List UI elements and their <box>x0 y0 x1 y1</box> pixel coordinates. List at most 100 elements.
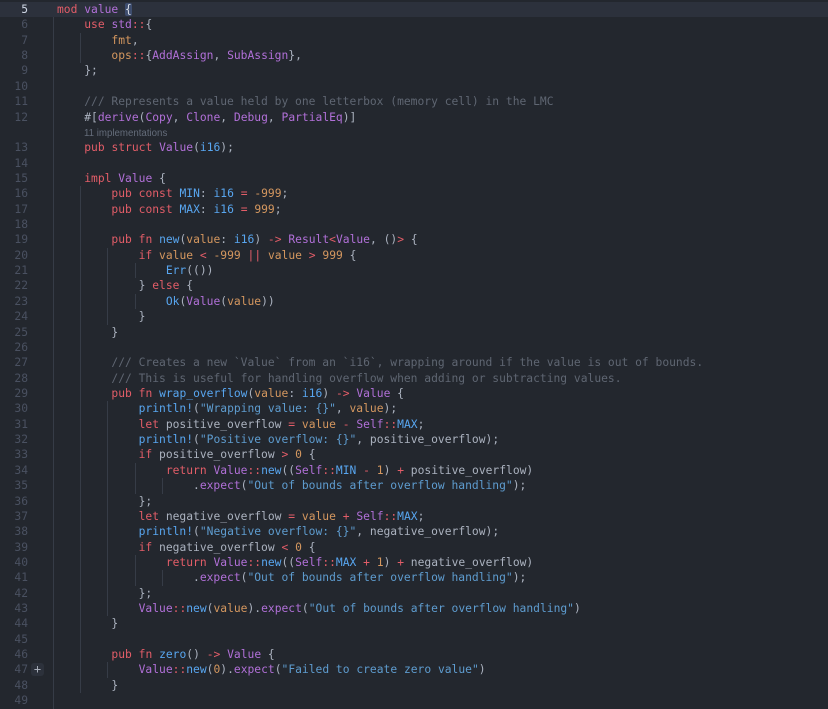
line-number[interactable]: 14 <box>0 156 28 171</box>
code-line-content[interactable] <box>57 693 828 708</box>
line-number[interactable]: 17 <box>0 202 28 217</box>
indent-guide <box>80 33 81 48</box>
code-line-content[interactable] <box>57 79 828 94</box>
code-line-content[interactable]: } <box>57 616 828 631</box>
code-line-content[interactable]: }; <box>57 63 828 78</box>
code-line-content[interactable]: }; <box>57 494 828 509</box>
line-number[interactable]: 20 <box>0 248 28 263</box>
code-token: println! <box>139 433 193 446</box>
line-number[interactable]: 40 <box>0 555 28 570</box>
line-number[interactable]: 47 <box>0 662 28 677</box>
code-line-content[interactable]: /// Creates a new `Value` from an `i16`,… <box>57 355 828 370</box>
code-line-content[interactable]: println!("Negative overflow: {}", negati… <box>57 524 828 539</box>
code-line-content[interactable] <box>57 340 828 355</box>
line-number[interactable]: 18 <box>0 217 28 232</box>
line-number[interactable]: 35 <box>0 478 28 493</box>
code-line-content[interactable]: pub const MIN: i16 = -999; <box>57 186 828 201</box>
line-number[interactable]: 16 <box>0 186 28 201</box>
code-token: ); <box>384 402 398 415</box>
line-number[interactable]: 45 <box>0 632 28 647</box>
code-line-content[interactable]: } <box>57 309 828 324</box>
line-number[interactable]: 24 <box>0 309 28 324</box>
code-line-content[interactable]: use std::{ <box>57 17 828 32</box>
code-line-content[interactable]: impl Value { <box>57 171 828 186</box>
code-line-content[interactable] <box>57 156 828 171</box>
line-number[interactable]: 13 <box>0 140 28 155</box>
code-line-content[interactable] <box>57 217 828 232</box>
code-line-content[interactable]: return Value::new((Self::MIN - 1) + posi… <box>57 463 828 478</box>
line-number[interactable]: 10 <box>0 79 28 94</box>
line-number[interactable]: 28 <box>0 371 28 386</box>
code-token <box>336 418 343 431</box>
line-number[interactable]: 19 <box>0 232 28 247</box>
code-line-content[interactable]: } <box>57 325 828 340</box>
code-line-content[interactable]: println!("Positive overflow: {}", positi… <box>57 432 828 447</box>
line-number[interactable]: 33 <box>0 447 28 462</box>
line-number[interactable]: 6 <box>0 17 28 32</box>
code-line-content[interactable]: if negative_overflow < 0 { <box>57 540 828 555</box>
code-token: value <box>268 249 302 262</box>
line-number[interactable]: 44 <box>0 616 28 631</box>
code-line-content[interactable]: mod value { <box>57 2 828 17</box>
line-number[interactable]: 8 <box>0 48 28 63</box>
code-line-content[interactable]: let positive_overflow = value - Self::MA… <box>57 417 828 432</box>
line-number[interactable]: 21 <box>0 263 28 278</box>
code-line-content[interactable]: pub fn zero() -> Value { <box>57 647 828 662</box>
line-number[interactable]: 43 <box>0 601 28 616</box>
line-number[interactable]: 29 <box>0 386 28 401</box>
line-number[interactable]: 27 <box>0 355 28 370</box>
line-number[interactable]: 32 <box>0 432 28 447</box>
code-line-content[interactable]: Ok(Value(value)) <box>57 294 828 309</box>
line-number[interactable]: 12 <box>0 110 28 125</box>
code-line-content[interactable]: pub struct Value(i16); <box>57 140 828 155</box>
code-line-content[interactable] <box>57 632 828 647</box>
code-line-content[interactable]: return Value::new((Self::MAX + 1) + nega… <box>57 555 828 570</box>
code-line-content[interactable]: .expect("Out of bounds after overflow ha… <box>57 570 828 585</box>
line-number[interactable]: 25 <box>0 325 28 340</box>
code-line-content[interactable]: } else { <box>57 278 828 293</box>
code-line-content[interactable]: .expect("Out of bounds after overflow ha… <box>57 478 828 493</box>
code-line-content[interactable]: /// This is useful for handling overflow… <box>57 371 828 386</box>
gutter-plus-button[interactable]: + <box>31 663 44 676</box>
line-number[interactable]: 30 <box>0 401 28 416</box>
line-number[interactable]: 23 <box>0 294 28 309</box>
line-number[interactable]: 9 <box>0 63 28 78</box>
code-line-content[interactable]: Value::new(value).expect("Out of bounds … <box>57 601 828 616</box>
line-number[interactable]: 49 <box>0 693 28 708</box>
code-line-content[interactable]: if value < -999 || value > 999 { <box>57 248 828 263</box>
code-lens-implementations[interactable]: 11 implementations <box>84 128 167 139</box>
line-number[interactable]: 5 <box>0 2 28 17</box>
line-number[interactable]: 36 <box>0 494 28 509</box>
code-token: Value <box>139 602 173 615</box>
code-line-content[interactable]: ops::{AddAssign, SubAssign}, <box>57 48 828 63</box>
code-line-content[interactable]: } <box>57 678 828 693</box>
code-line-content[interactable]: Err(()) <box>57 263 828 278</box>
code-line-content[interactable]: let negative_overflow = value + Self::MA… <box>57 509 828 524</box>
code-line-content[interactable]: pub fn new(value: i16) -> Result<Value, … <box>57 232 828 247</box>
line-number[interactable]: 15 <box>0 171 28 186</box>
code-line-content[interactable]: #[derive(Copy, Clone, Debug, PartialEq)] <box>57 110 828 125</box>
code-token <box>132 187 139 200</box>
code-line-content[interactable]: }; <box>57 586 828 601</box>
code-line-content[interactable]: println!("Wrapping value: {}", value); <box>57 401 828 416</box>
code-line-content[interactable]: /// Represents a value held by one lette… <box>57 94 828 109</box>
code-line-content[interactable]: if positive_overflow > 0 { <box>57 447 828 462</box>
code-line-content[interactable]: fmt, <box>57 33 828 48</box>
code-lens[interactable]: 11 implementations <box>57 125 828 140</box>
line-number[interactable]: 7 <box>0 33 28 48</box>
code-line-content[interactable]: pub fn wrap_overflow(value: i16) -> Valu… <box>57 386 828 401</box>
line-number[interactable]: 46 <box>0 647 28 662</box>
line-number[interactable]: 37 <box>0 509 28 524</box>
code-line-content[interactable]: pub const MAX: i16 = 999; <box>57 202 828 217</box>
line-number[interactable]: 26 <box>0 340 28 355</box>
line-number[interactable]: 48 <box>0 678 28 693</box>
line-number[interactable]: 34 <box>0 463 28 478</box>
line-number[interactable]: 11 <box>0 94 28 109</box>
code-line-content[interactable]: Value::new(0).expect("Failed to create z… <box>57 662 828 677</box>
line-number[interactable]: 38 <box>0 524 28 539</box>
line-number[interactable]: 41 <box>0 570 28 585</box>
line-number[interactable]: 31 <box>0 417 28 432</box>
line-number[interactable]: 39 <box>0 540 28 555</box>
line-number[interactable]: 22 <box>0 278 28 293</box>
line-number[interactable]: 42 <box>0 586 28 601</box>
